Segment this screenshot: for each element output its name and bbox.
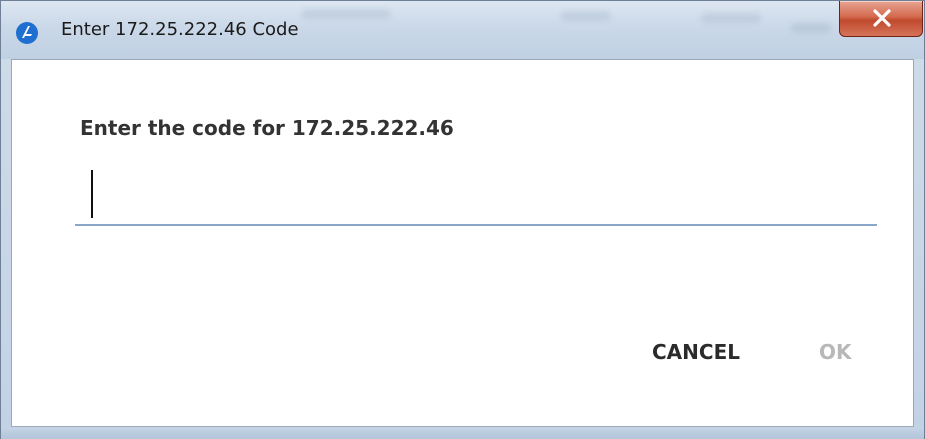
dialog-content: Enter the code for 172.25.222.46 CANCEL … — [11, 59, 914, 427]
window-title: Enter 172.25.222.46 Code — [61, 19, 299, 40]
app-logo-icon — [15, 21, 39, 45]
close-icon — [873, 9, 891, 27]
code-input[interactable] — [75, 162, 877, 226]
dialog-window: Enter 172.25.222.46 Code Enter the code … — [0, 0, 925, 439]
close-button[interactable] — [839, 1, 923, 37]
cancel-button[interactable]: CANCEL — [652, 340, 740, 364]
window-bottom-edge — [1, 427, 924, 439]
text-cursor — [91, 170, 93, 218]
ok-button[interactable]: OK — [819, 340, 852, 364]
title-bar[interactable]: Enter 172.25.222.46 Code — [1, 1, 924, 59]
prompt-label: Enter the code for 172.25.222.46 — [80, 116, 454, 140]
